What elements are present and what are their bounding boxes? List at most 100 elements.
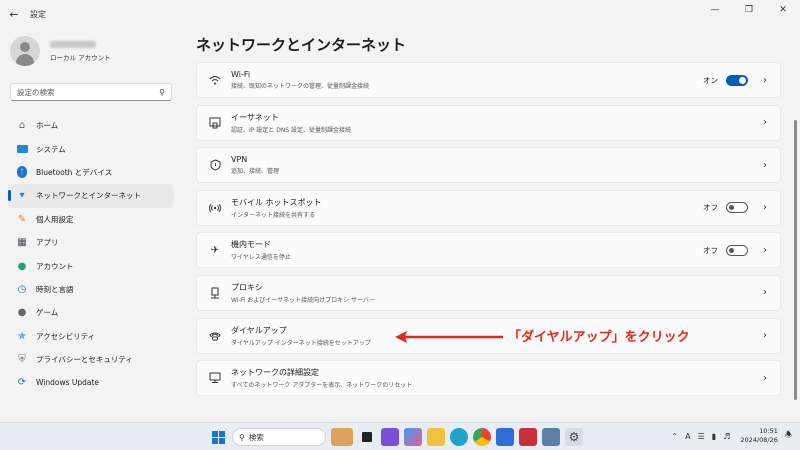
card-title: ネットワークの詳細設定 <box>231 368 319 378</box>
proxy-icon <box>207 285 223 301</box>
card-description: 接続、既知のネットワークの管理、従量制課金接続 <box>231 83 370 90</box>
sidebar-item-bluetooth[interactable]: ᛏ Bluetooth とデバイス <box>8 161 174 184</box>
sidebar-item-label: アプリ <box>36 238 59 248</box>
search-input[interactable] <box>17 87 160 97</box>
sidebar-item-home[interactable]: ⌂ ホーム <box>8 114 174 137</box>
ime-indicator[interactable]: A <box>685 432 690 441</box>
profile[interactable]: ローカル アカウント <box>10 36 111 66</box>
hotspot-state-label: オフ <box>703 203 718 213</box>
search-icon[interactable]: ⚲ <box>159 88 165 97</box>
card-mobile-hotspot[interactable]: モバイル ホットスポット インターネット接続を共有する オフ › <box>196 189 781 226</box>
gaming-icon: ● <box>17 307 27 319</box>
windows-update-icon: ⟳ <box>17 377 27 389</box>
window-controls: — ❐ ✕ <box>698 0 800 20</box>
sidebar-item-gaming[interactable]: ● ゲーム <box>8 301 174 324</box>
chevron-right-icon: › <box>763 202 767 214</box>
edge-icon[interactable] <box>450 428 468 446</box>
task-view-icon[interactable] <box>358 428 376 446</box>
red-arrow-annotation <box>395 331 503 343</box>
accounts-icon: ● <box>17 260 27 272</box>
chevron-up-icon[interactable]: ⌃ <box>671 432 678 441</box>
sidebar-item-label: ホーム <box>36 121 59 131</box>
bluetooth-icon: ᛏ <box>16 166 28 179</box>
apps-icon: ▦ <box>17 237 27 249</box>
hotspot-toggle[interactable] <box>726 202 748 214</box>
annotation-text: 「ダイヤルアップ」をクリック <box>508 330 690 345</box>
airplane-state-label: オフ <box>703 245 718 255</box>
sidebar-item-label: システム <box>36 144 66 154</box>
chevron-right-icon: › <box>763 74 767 86</box>
card-ethernet[interactable]: イーサネット 認証、IP 設定と DNS 設定、従量制課金接続 › <box>196 104 781 141</box>
taskbar-search[interactable]: ⚲ 検索 <box>232 428 326 446</box>
card-description: すべてのネットワーク アダプターを表示、ネットワークのリセット <box>231 382 413 390</box>
file-explorer-icon[interactable] <box>427 428 445 446</box>
start-icon[interactable] <box>209 428 227 446</box>
avatar <box>10 36 40 66</box>
sidebar-item-privacy[interactable]: ⛨ プライバシーとセキュリティ <box>8 348 174 371</box>
wifi-toggle[interactable] <box>726 74 748 86</box>
card-title: モバイル ホットスポット <box>231 197 322 207</box>
sidebar-item-label: Windows Update <box>36 378 100 388</box>
close-button[interactable]: ✕ <box>766 0 800 20</box>
taskbar-apps: ⚲ 検索 ⚙ <box>209 428 588 446</box>
store-icon[interactable] <box>496 428 514 446</box>
account-type-label: ローカル アカウント <box>50 53 111 62</box>
taskbar: ⚲ 検索 ⚙ ⌃ A ☰ ▮ ♬ 10:51 2024/08/26 🕭 <box>0 422 800 450</box>
sidebar-item-system[interactable]: システム <box>8 137 174 160</box>
sidebar-item-label: ネットワークとインターネット <box>36 191 141 201</box>
sidebar-item-label: 個人用設定 <box>36 214 74 224</box>
snipping-icon[interactable] <box>542 428 560 446</box>
sidebar-item-label: 時刻と言語 <box>36 284 74 294</box>
card-description: 追加、接続、管理 <box>231 168 280 176</box>
card-title: Wi-Fi <box>231 70 251 79</box>
system-tray: ⌃ A ☰ ▮ ♬ 10:51 2024/08/26 🕭 <box>664 427 792 445</box>
sidebar-item-label: Bluetooth とデバイス <box>36 167 113 177</box>
sidebar-item-personalization[interactable]: ✎ 個人用設定 <box>8 208 174 231</box>
card-advanced-network[interactable]: ネットワークの詳細設定 すべてのネットワーク アダプターを表示、ネットワークのリ… <box>196 360 781 397</box>
card-vpn[interactable]: VPN 追加、接続、管理 › <box>196 147 781 184</box>
back-arrow-icon[interactable]: ← <box>0 0 28 28</box>
card-airplane-mode[interactable]: ✈ 機内モード ワイヤレス通信を停止 オフ › <box>196 232 781 269</box>
settings-card-list: Wi-Fi 接続、既知のネットワークの管理、従量制課金接続 オン › イーサネッ… <box>196 62 781 403</box>
network-status-icon[interactable]: ☰ <box>698 432 705 441</box>
clock-time: 10:51 <box>759 427 778 435</box>
sidebar-item-time-language[interactable]: ◷ 時刻と言語 <box>8 278 174 301</box>
settings-search-box[interactable]: ⚲ <box>10 83 172 101</box>
battery-icon[interactable]: ▮ <box>712 432 716 441</box>
card-description: 認証、IP 設定と DNS 設定、従量制課金接続 <box>231 126 352 134</box>
maximize-button[interactable]: ❐ <box>732 0 766 20</box>
app-icon[interactable] <box>519 428 537 446</box>
sidebar-item-accessibility[interactable]: ✯ アクセシビリティ <box>8 325 174 348</box>
minimize-button[interactable]: — <box>698 0 732 20</box>
search-icon: ⚲ <box>239 432 245 442</box>
clock[interactable]: 10:51 2024/08/26 <box>740 427 777 445</box>
sidebar-item-apps[interactable]: ▦ アプリ <box>8 231 174 254</box>
airplane-toggle[interactable] <box>726 244 748 256</box>
card-title: イーサネット <box>231 112 279 122</box>
notification-bell-icon[interactable]: 🕭 <box>785 429 792 443</box>
wifi-state-label: オン <box>703 75 718 85</box>
sidebar-item-label: アクセシビリティ <box>36 331 96 341</box>
card-title: VPN <box>231 155 248 165</box>
card-wifi[interactable]: Wi-Fi 接続、既知のネットワークの管理、従量制課金接続 オン › <box>196 62 781 98</box>
app-title: 設定 <box>30 9 46 19</box>
volume-icon[interactable]: ♬ <box>723 432 730 441</box>
chrome-icon[interactable] <box>473 428 491 446</box>
settings-icon[interactable]: ⚙ <box>565 428 583 446</box>
card-title: 機内モード <box>231 240 271 250</box>
scrollbar[interactable] <box>794 120 797 400</box>
card-proxy[interactable]: プロキシ Wi-Fi およびイーサネット接続向けプロキシ サーバー › <box>196 274 781 311</box>
dialup-icon <box>207 328 223 344</box>
card-description: Wi-Fi およびイーサネット接続向けプロキシ サーバー <box>231 296 375 304</box>
copilot-icon[interactable] <box>381 428 399 446</box>
photos-icon[interactable] <box>404 428 422 446</box>
sidebar-item-network[interactable]: ▾ ネットワークとインターネット <box>8 184 174 208</box>
sidebar-item-accounts[interactable]: ● アカウント <box>8 254 174 277</box>
sidebar: ローカル アカウント ⚲ ⌂ ホーム システム ᛏ Bluetooth とデバイ… <box>0 28 184 422</box>
sidebar-item-windows-update[interactable]: ⟳ Windows Update <box>8 371 174 394</box>
chevron-right-icon: › <box>763 244 767 256</box>
widget-icon[interactable] <box>331 428 353 446</box>
card-title: プロキシ <box>231 282 263 292</box>
personalization-icon: ✎ <box>17 213 27 225</box>
chevron-right-icon: › <box>763 287 767 299</box>
